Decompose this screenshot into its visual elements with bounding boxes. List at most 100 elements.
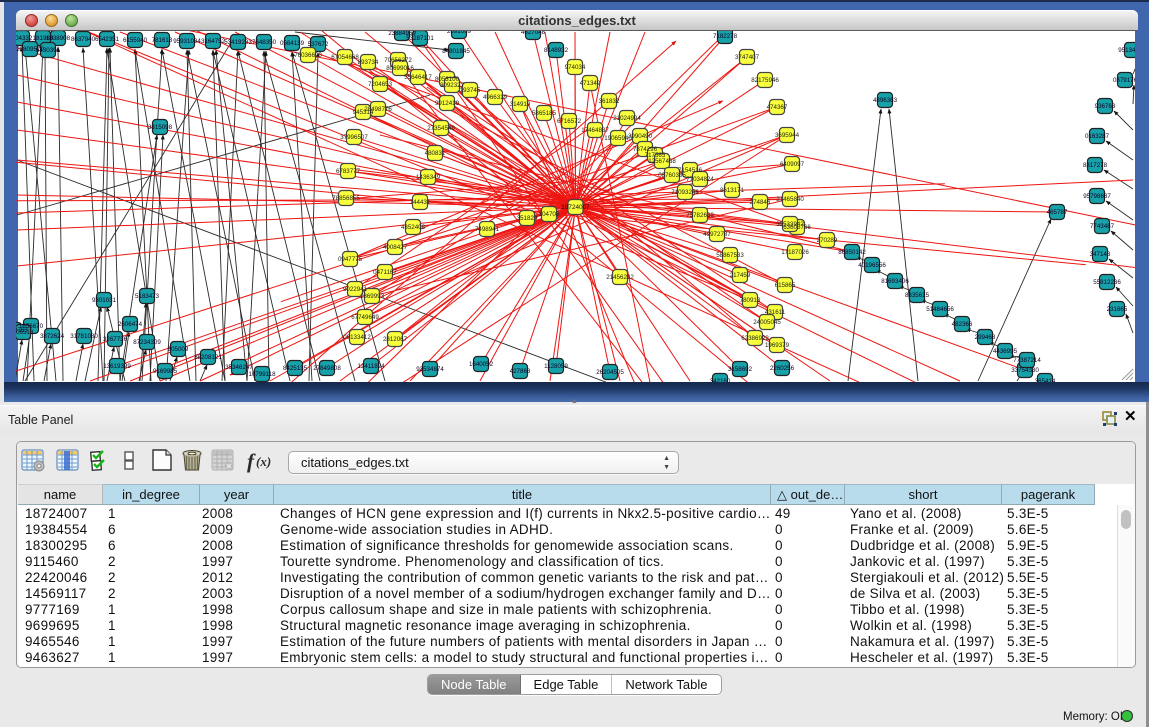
- svg-text:17464887: 17464887: [581, 127, 609, 134]
- svg-text:3747407: 3747407: [735, 54, 760, 61]
- svg-text:08760385: 08760385: [658, 172, 686, 179]
- svg-text:8148932: 8148932: [544, 47, 569, 54]
- svg-text:231665: 231665: [1107, 306, 1128, 313]
- svg-text:95798687: 95798687: [1083, 193, 1111, 200]
- svg-text:0947775: 0947775: [338, 256, 363, 263]
- svg-text:104709: 104709: [539, 211, 560, 218]
- svg-text:7204653: 7204653: [368, 81, 393, 88]
- svg-text:73782639: 73782639: [686, 212, 714, 219]
- svg-text:39533942: 39533942: [776, 221, 804, 228]
- svg-text:80699016: 80699016: [386, 65, 414, 72]
- svg-text:4008427: 4008427: [383, 244, 408, 251]
- svg-text:274846: 274846: [750, 199, 771, 206]
- svg-text:82175946: 82175946: [751, 77, 779, 84]
- svg-text:67054668: 67054668: [331, 54, 359, 61]
- svg-text:4627048: 4627048: [521, 31, 546, 36]
- svg-text:106513: 106513: [16, 329, 34, 336]
- svg-text:(x): (x): [256, 454, 271, 469]
- svg-text:6155940: 6155940: [123, 37, 148, 44]
- svg-text:31781080: 31781080: [70, 333, 98, 340]
- svg-text:217459: 217459: [730, 272, 751, 279]
- svg-text:8613171: 8613171: [720, 187, 745, 194]
- svg-text:53287101: 53287101: [406, 35, 434, 42]
- svg-text:49972787: 49972787: [703, 231, 731, 238]
- svg-text:537672: 537672: [308, 41, 329, 48]
- svg-text:781618: 781618: [152, 37, 173, 44]
- svg-text:1338908: 1338908: [46, 35, 71, 42]
- svg-text:9912419: 9912419: [435, 100, 460, 107]
- svg-text:2606474: 2606474: [118, 321, 143, 328]
- svg-text:893734: 893734: [358, 59, 379, 66]
- svg-text:5865185: 5865185: [532, 110, 557, 117]
- svg-text:0471167: 0471167: [373, 269, 397, 276]
- svg-text:8637940: 8637940: [71, 36, 96, 43]
- svg-text:55812236: 55812236: [1093, 279, 1121, 286]
- svg-text:58867533: 58867533: [716, 252, 744, 259]
- svg-text:3164752: 3164752: [201, 38, 226, 45]
- svg-text:7182278: 7182278: [713, 33, 738, 40]
- svg-text:51484656: 51484656: [926, 306, 954, 313]
- svg-text:81693406: 81693406: [881, 278, 909, 285]
- svg-text:7743487: 7743487: [1090, 223, 1115, 230]
- svg-text:351823: 351823: [517, 215, 538, 222]
- svg-text:193745: 193745: [460, 87, 481, 94]
- svg-text:3158692: 3158692: [728, 366, 753, 373]
- svg-text:465787: 465787: [1047, 209, 1068, 216]
- svg-text:87234309: 87234309: [133, 339, 161, 346]
- svg-text:95134332: 95134332: [1118, 47, 1135, 54]
- svg-text:7648350: 7648350: [252, 39, 277, 46]
- svg-text:77387214: 77387214: [1013, 357, 1041, 364]
- svg-text:78856855: 78856855: [332, 195, 360, 202]
- svg-text:24005045: 24005045: [753, 319, 781, 326]
- svg-text:1640052: 1640052: [469, 361, 494, 368]
- svg-text:70656272: 70656272: [384, 57, 412, 64]
- svg-text:431611: 431611: [765, 309, 786, 316]
- svg-text:7498941: 7498941: [475, 226, 500, 233]
- svg-text:77034824: 77034824: [686, 176, 714, 183]
- svg-text:0163287: 0163287: [1085, 133, 1110, 140]
- svg-text:2260256: 2260256: [770, 365, 795, 372]
- svg-text:4966319: 4966319: [483, 94, 508, 101]
- svg-text:104332: 104332: [16, 35, 33, 42]
- svg-text:67749649: 67749649: [351, 314, 379, 321]
- svg-text:1869993: 1869993: [360, 293, 385, 300]
- svg-text:299468: 299468: [975, 334, 996, 341]
- svg-text:1128059: 1128059: [544, 363, 568, 370]
- svg-text:93534874: 93534874: [416, 366, 444, 373]
- svg-text:314919: 314919: [510, 101, 531, 108]
- svg-text:8835615: 8835615: [905, 292, 930, 299]
- svg-text:615865: 615865: [775, 282, 796, 289]
- svg-text:27849808: 27849808: [313, 365, 341, 372]
- svg-text:270289: 270289: [817, 237, 838, 244]
- svg-text:3990490: 3990490: [628, 133, 653, 140]
- svg-text:4896383: 4896383: [873, 97, 898, 104]
- svg-text:17187026: 17187026: [781, 249, 809, 256]
- svg-text:474367: 474367: [767, 104, 788, 111]
- svg-text:4352408: 4352408: [401, 224, 426, 231]
- svg-text:33754330: 33754330: [1011, 367, 1039, 374]
- svg-text:9022941: 9022941: [343, 286, 368, 293]
- svg-text:84801845: 84801845: [442, 48, 470, 55]
- svg-text:0564139: 0564139: [280, 40, 305, 47]
- svg-text:95931034: 95931034: [173, 38, 201, 45]
- svg-text:21465840: 21465840: [776, 196, 804, 203]
- svg-text:5430391: 5430391: [36, 47, 61, 54]
- svg-text:18724007: 18724007: [561, 204, 590, 211]
- svg-text:37996507: 37996507: [340, 134, 368, 141]
- svg-text:974034: 974034: [565, 64, 586, 71]
- svg-text:88208121: 88208121: [194, 354, 222, 361]
- svg-text:744431: 744431: [410, 199, 431, 206]
- svg-text:53419283: 53419283: [224, 39, 252, 46]
- svg-text:361832: 361832: [599, 98, 620, 105]
- svg-text:0379176: 0379176: [1113, 77, 1135, 84]
- svg-text:4436995: 4436995: [993, 348, 1018, 355]
- svg-text:3267736: 3267736: [103, 336, 128, 343]
- svg-text:13619399: 13619399: [103, 363, 131, 370]
- svg-text:482366: 482366: [952, 321, 973, 328]
- svg-text:21456232: 21456232: [606, 274, 634, 281]
- svg-text:35346247: 35346247: [225, 364, 253, 371]
- svg-text:471349: 471349: [580, 80, 601, 87]
- svg-text:9169985: 9169985: [153, 368, 178, 375]
- svg-text:12567468: 12567468: [648, 158, 676, 165]
- svg-text:2812067: 2812067: [383, 336, 408, 343]
